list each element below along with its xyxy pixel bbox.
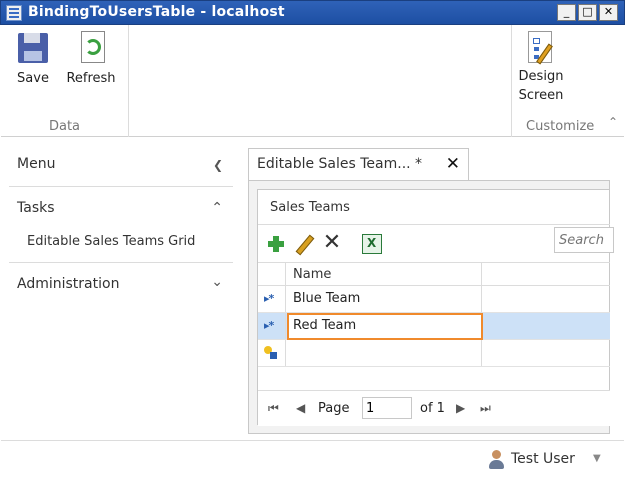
user-menu-caret-icon[interactable]: ▼ [593,453,601,464]
nav-divider [9,262,233,263]
save-icon [16,31,50,67]
navigation-pane: Menu ❮ Tasks ⌃ Editable Sales Teams Grid… [1,138,241,438]
nav-divider [9,186,233,187]
name-cell[interactable]: Blue Team [287,286,482,312]
screen-panel: Sales Teams ✕ Name [248,180,614,434]
ribbon-group-customize-label: Customize [526,119,595,134]
ribbon-group-customize: Design Screen Customize ⌃ [511,25,624,137]
grid-pager: ⏮ ◀ Page of 1 ▶ ⏭ [258,390,610,426]
row-indicator: ▸* [258,313,286,339]
name-cell-editing[interactable]: Red Team [287,313,483,340]
add-new-row-icon [264,346,278,360]
tab-editable-sales-teams[interactable]: Editable Sales Team... * ✕ [248,148,469,181]
collapse-ribbon-icon[interactable]: ⌃ [608,115,618,129]
add-icon[interactable] [266,234,286,254]
screen-content: Editable Sales Team... * ✕ Sales Teams ✕ [248,148,614,434]
column-header-label: Name [293,267,332,282]
nav-item-label: Editable Sales Teams Grid [27,234,196,249]
previous-page-button[interactable]: ◀ [296,401,305,415]
window-title: BindingToUsersTable - localhost [28,4,285,20]
table-row-new[interactable] [258,340,610,367]
nav-tasks-header[interactable]: Tasks ⌃ [1,188,241,228]
ribbon-group-data-label: Data [48,119,81,134]
column-header-name[interactable]: Name [287,263,482,285]
design-screen-label-2: Screen [518,88,564,103]
status-bar: Test User ▼ [1,440,624,483]
search-box[interactable] [554,227,614,253]
user-icon [487,450,505,470]
table-row[interactable]: ▸* Blue Team [258,286,610,313]
new-row-indicator-icon: ▸* [264,292,274,305]
page-count-label: of 1 [420,401,445,416]
row-indicator [258,340,286,366]
current-user[interactable]: Test User [511,451,575,467]
minimize-button[interactable]: _ [557,4,576,21]
edit-icon[interactable] [294,234,314,254]
design-screen-label-1: Design [518,69,564,84]
refresh-label: Refresh [66,71,116,86]
app-icon [6,5,22,21]
chevron-down-icon[interactable]: ⌄ [211,274,223,290]
grid-header-row: Name [258,262,610,286]
close-window-button[interactable]: ✕ [599,4,618,21]
nav-item-editable-sales-teams-grid[interactable]: Editable Sales Teams Grid [1,228,241,260]
export-excel-icon[interactable] [362,234,382,254]
search-input[interactable] [555,228,611,252]
save-button[interactable]: Save [11,31,55,86]
new-row-indicator-icon: ▸* [264,319,274,332]
ribbon: Save Refresh Data Design Screen Customiz… [1,25,624,137]
grid-toolbar: ✕ [258,225,614,261]
section-title: Sales Teams [270,200,350,215]
next-page-button[interactable]: ▶ [456,401,465,415]
sales-teams-group: Sales Teams ✕ Name [257,189,614,426]
nav-administration-header[interactable]: Administration ⌄ [1,266,241,306]
row-indicator: ▸* [258,286,286,312]
maximize-button[interactable]: □ [578,4,597,21]
chevron-left-icon[interactable]: ❮ [213,158,223,172]
tab-label: Editable Sales Team... * [257,156,423,172]
save-label: Save [17,71,49,86]
nav-tasks-label: Tasks [17,200,55,216]
name-cell[interactable] [287,340,482,366]
ribbon-group-data: Save Refresh Data [1,25,129,137]
nav-administration-label: Administration [17,276,120,292]
cell-text: Red Team [293,318,357,333]
design-screen-button[interactable]: Design Screen [516,31,566,105]
first-page-button[interactable]: ⏮ [268,401,279,416]
nav-menu-header[interactable]: Menu ❮ [1,138,241,184]
close-tab-icon[interactable]: ✕ [446,154,460,174]
refresh-button[interactable]: Refresh [63,31,119,86]
refresh-icon [74,31,108,67]
cell-text: Blue Team [293,291,361,306]
delete-icon[interactable]: ✕ [322,232,342,254]
page-label: Page [318,401,350,416]
nav-menu-label: Menu [17,156,56,172]
page-number-input[interactable] [362,397,412,419]
row-indicator-header [258,263,286,285]
window-controls: _ □ ✕ [557,4,618,21]
table-row-selected[interactable]: ▸* Red Team [258,313,610,340]
chevron-up-icon[interactable]: ⌃ [211,200,223,216]
design-screen-icon [524,31,558,67]
window-titlebar: BindingToUsersTable - localhost _ □ ✕ [0,0,625,25]
last-page-button[interactable]: ⏭ [480,401,491,416]
